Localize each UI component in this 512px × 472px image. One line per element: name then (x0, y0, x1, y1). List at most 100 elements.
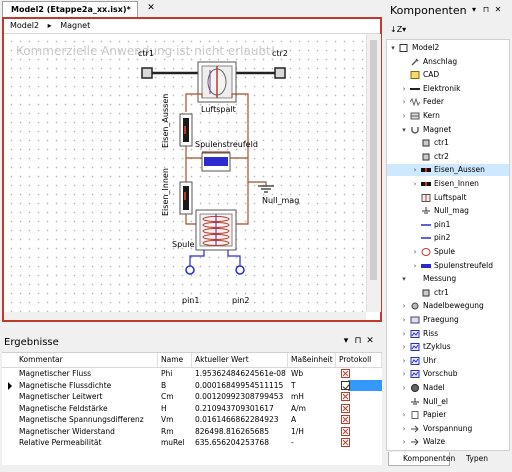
eisen-aussen-component[interactable] (179, 113, 193, 147)
expand-icon[interactable]: › (411, 260, 419, 272)
tree-item[interactable]: › Feder (387, 96, 509, 108)
protokoll-unchecked-icon[interactable] (341, 438, 350, 447)
tree-item[interactable]: Anschlag (387, 56, 509, 68)
close-tab-icon[interactable]: ✕ (146, 2, 156, 14)
tree-item[interactable]: › Spulenstreufeld (387, 260, 509, 272)
tree-item[interactable]: › Vorschub (387, 368, 509, 380)
collapse-icon[interactable]: ▾ (400, 273, 408, 285)
tree-item[interactable]: › Vorspannung (387, 423, 509, 435)
dropdown-icon[interactable]: ▾ (468, 5, 480, 14)
protokoll-unchecked-icon[interactable] (341, 426, 350, 436)
tree-item[interactable]: › Riss (387, 328, 509, 340)
tree-item[interactable]: › Eisen_Aussen (387, 164, 509, 177)
tree-item[interactable]: ctr1 (387, 137, 509, 149)
expand-icon[interactable]: › (400, 300, 408, 312)
column-kommentar[interactable]: Kommentar (16, 353, 158, 367)
tab-typen[interactable]: Typen (452, 452, 502, 466)
tree-item[interactable]: Null_el (387, 396, 509, 408)
expand-icon[interactable]: › (411, 164, 419, 176)
pin1-connector[interactable] (185, 265, 195, 275)
tree-item[interactable]: ctr2 (387, 151, 509, 163)
protokoll-unchecked-icon[interactable] (341, 369, 350, 378)
tree-item[interactable]: › tZyklus (387, 341, 509, 353)
diagram-canvas[interactable]: Kommerzielle Anwendung ist nicht erlaubt… (4, 34, 366, 312)
vertical-scroll-thumb[interactable] (370, 40, 377, 280)
table-row[interactable]: Relative Permeabilität muRel 635.656204253… (2, 437, 382, 449)
column-protokoll[interactable]: Protokoll (336, 353, 382, 367)
expand-icon[interactable]: › (400, 355, 408, 367)
eisen-innen-component[interactable] (179, 181, 193, 215)
close-icon[interactable]: ✕ (492, 5, 504, 14)
tree-item[interactable]: pin2 (387, 232, 509, 244)
tab-komponenten[interactable]: Komponenten (388, 452, 455, 466)
ctr2-connector[interactable] (274, 67, 286, 79)
expand-icon[interactable]: › (400, 83, 408, 95)
close-icon[interactable]: ✕ (364, 336, 376, 346)
tree-item[interactable]: ▾ Magnet (387, 124, 509, 136)
selected-cell[interactable] (348, 379, 382, 391)
expand-icon[interactable]: › (400, 368, 408, 380)
expand-icon[interactable]: › (400, 409, 408, 421)
table-row[interactable]: Magnetischer Leitwert Cm 0.001209923087994… (2, 391, 382, 403)
expand-icon[interactable]: › (400, 96, 408, 108)
canvas-horizontal-scrollbar[interactable] (4, 312, 366, 320)
document-tab[interactable]: Model2 (Etappe2a_xx.isx)* (2, 1, 138, 17)
expand-icon[interactable]: › (400, 341, 408, 353)
expand-icon[interactable]: › (411, 246, 419, 258)
tree-item[interactable]: CAD (387, 69, 509, 81)
luftspalt-component[interactable] (197, 61, 237, 103)
pin2-connector[interactable] (235, 265, 245, 275)
tree-item[interactable]: › Nadel (387, 382, 509, 394)
tree-item[interactable]: Null_mag (387, 205, 509, 217)
column-aktueller-wert[interactable]: Aktueller Wert (192, 353, 288, 367)
tree-item[interactable]: › Papier (387, 409, 509, 421)
collapse-icon[interactable]: ▾ (400, 124, 408, 136)
pin-icon[interactable]: ⊓ (480, 5, 492, 14)
collapse-icon[interactable]: ▾ (389, 42, 397, 54)
tree-item[interactable]: › Praegung (387, 314, 509, 326)
tree-item[interactable]: › Eisen_Innen (387, 178, 509, 190)
tree-item[interactable]: › Walze (387, 436, 509, 448)
expand-icon[interactable]: › (400, 314, 408, 326)
breadcrumb-item-magnet[interactable]: Magnet (60, 19, 90, 33)
table-row[interactable]: Magnetische Feldstärke H 0.210943709301617… (2, 403, 382, 415)
expand-icon[interactable]: › (400, 423, 408, 435)
panel-splitter[interactable] (0, 323, 384, 332)
tree-item-label: Feder (423, 97, 444, 107)
expand-icon[interactable]: › (400, 328, 408, 340)
protokoll-checked-icon[interactable] (341, 380, 350, 390)
null-mag-ground[interactable] (258, 185, 274, 193)
sort-icon[interactable]: ↓Z▾ (390, 25, 406, 34)
spulenstreufeld-component[interactable] (201, 152, 231, 172)
expand-icon[interactable]: › (411, 178, 419, 190)
tree-item[interactable]: › Uhr (387, 355, 509, 367)
table-row[interactable]: Magnetische Spannungsdifferenz Vm 0.016146… (2, 414, 382, 426)
tree-item[interactable]: ▾ Messung (387, 273, 509, 285)
pin-icon[interactable]: ⊓ (352, 336, 364, 346)
ctr1-connector[interactable] (141, 67, 153, 79)
table-row[interactable]: Magnetischer Fluss Phi 1.95362484624561e-0… (2, 368, 382, 380)
spule-component[interactable] (195, 209, 237, 251)
tree-item[interactable]: › Spule (387, 246, 509, 258)
expand-icon[interactable]: › (400, 110, 408, 122)
protokoll-unchecked-icon[interactable] (341, 403, 350, 413)
tree-item[interactable]: › Nadelbewegung (387, 300, 509, 312)
expand-icon[interactable]: › (400, 382, 408, 394)
tree-item[interactable]: › Kern (387, 110, 509, 122)
protokoll-unchecked-icon[interactable] (341, 392, 350, 401)
table-row[interactable]: Magnetischer Widerstand Rm 826498.81626568… (2, 426, 382, 438)
breadcrumb-item-model[interactable]: Model2 (4, 19, 39, 33)
tree-item[interactable]: ▾ Model2 (387, 42, 509, 54)
column-name[interactable]: Name (158, 353, 192, 367)
tree-item[interactable]: ctr1 (387, 287, 509, 299)
cell-wert: 826498.816265685 (195, 426, 269, 436)
column-masseinheit[interactable]: Maßeinheit (288, 353, 336, 367)
protokoll-unchecked-icon[interactable] (341, 415, 350, 424)
tree-item[interactable]: › Elektronik (387, 83, 509, 95)
canvas-vertical-scrollbar[interactable] (366, 34, 381, 312)
dropdown-icon[interactable]: ▾ (340, 336, 352, 346)
table-row[interactable]: Magnetische Flussdichte B 0.00016849954511… (2, 379, 382, 391)
tree-item[interactable]: Luftspalt (387, 192, 509, 204)
tree-item[interactable]: pin1 (387, 219, 509, 231)
expand-icon[interactable]: › (400, 436, 408, 448)
